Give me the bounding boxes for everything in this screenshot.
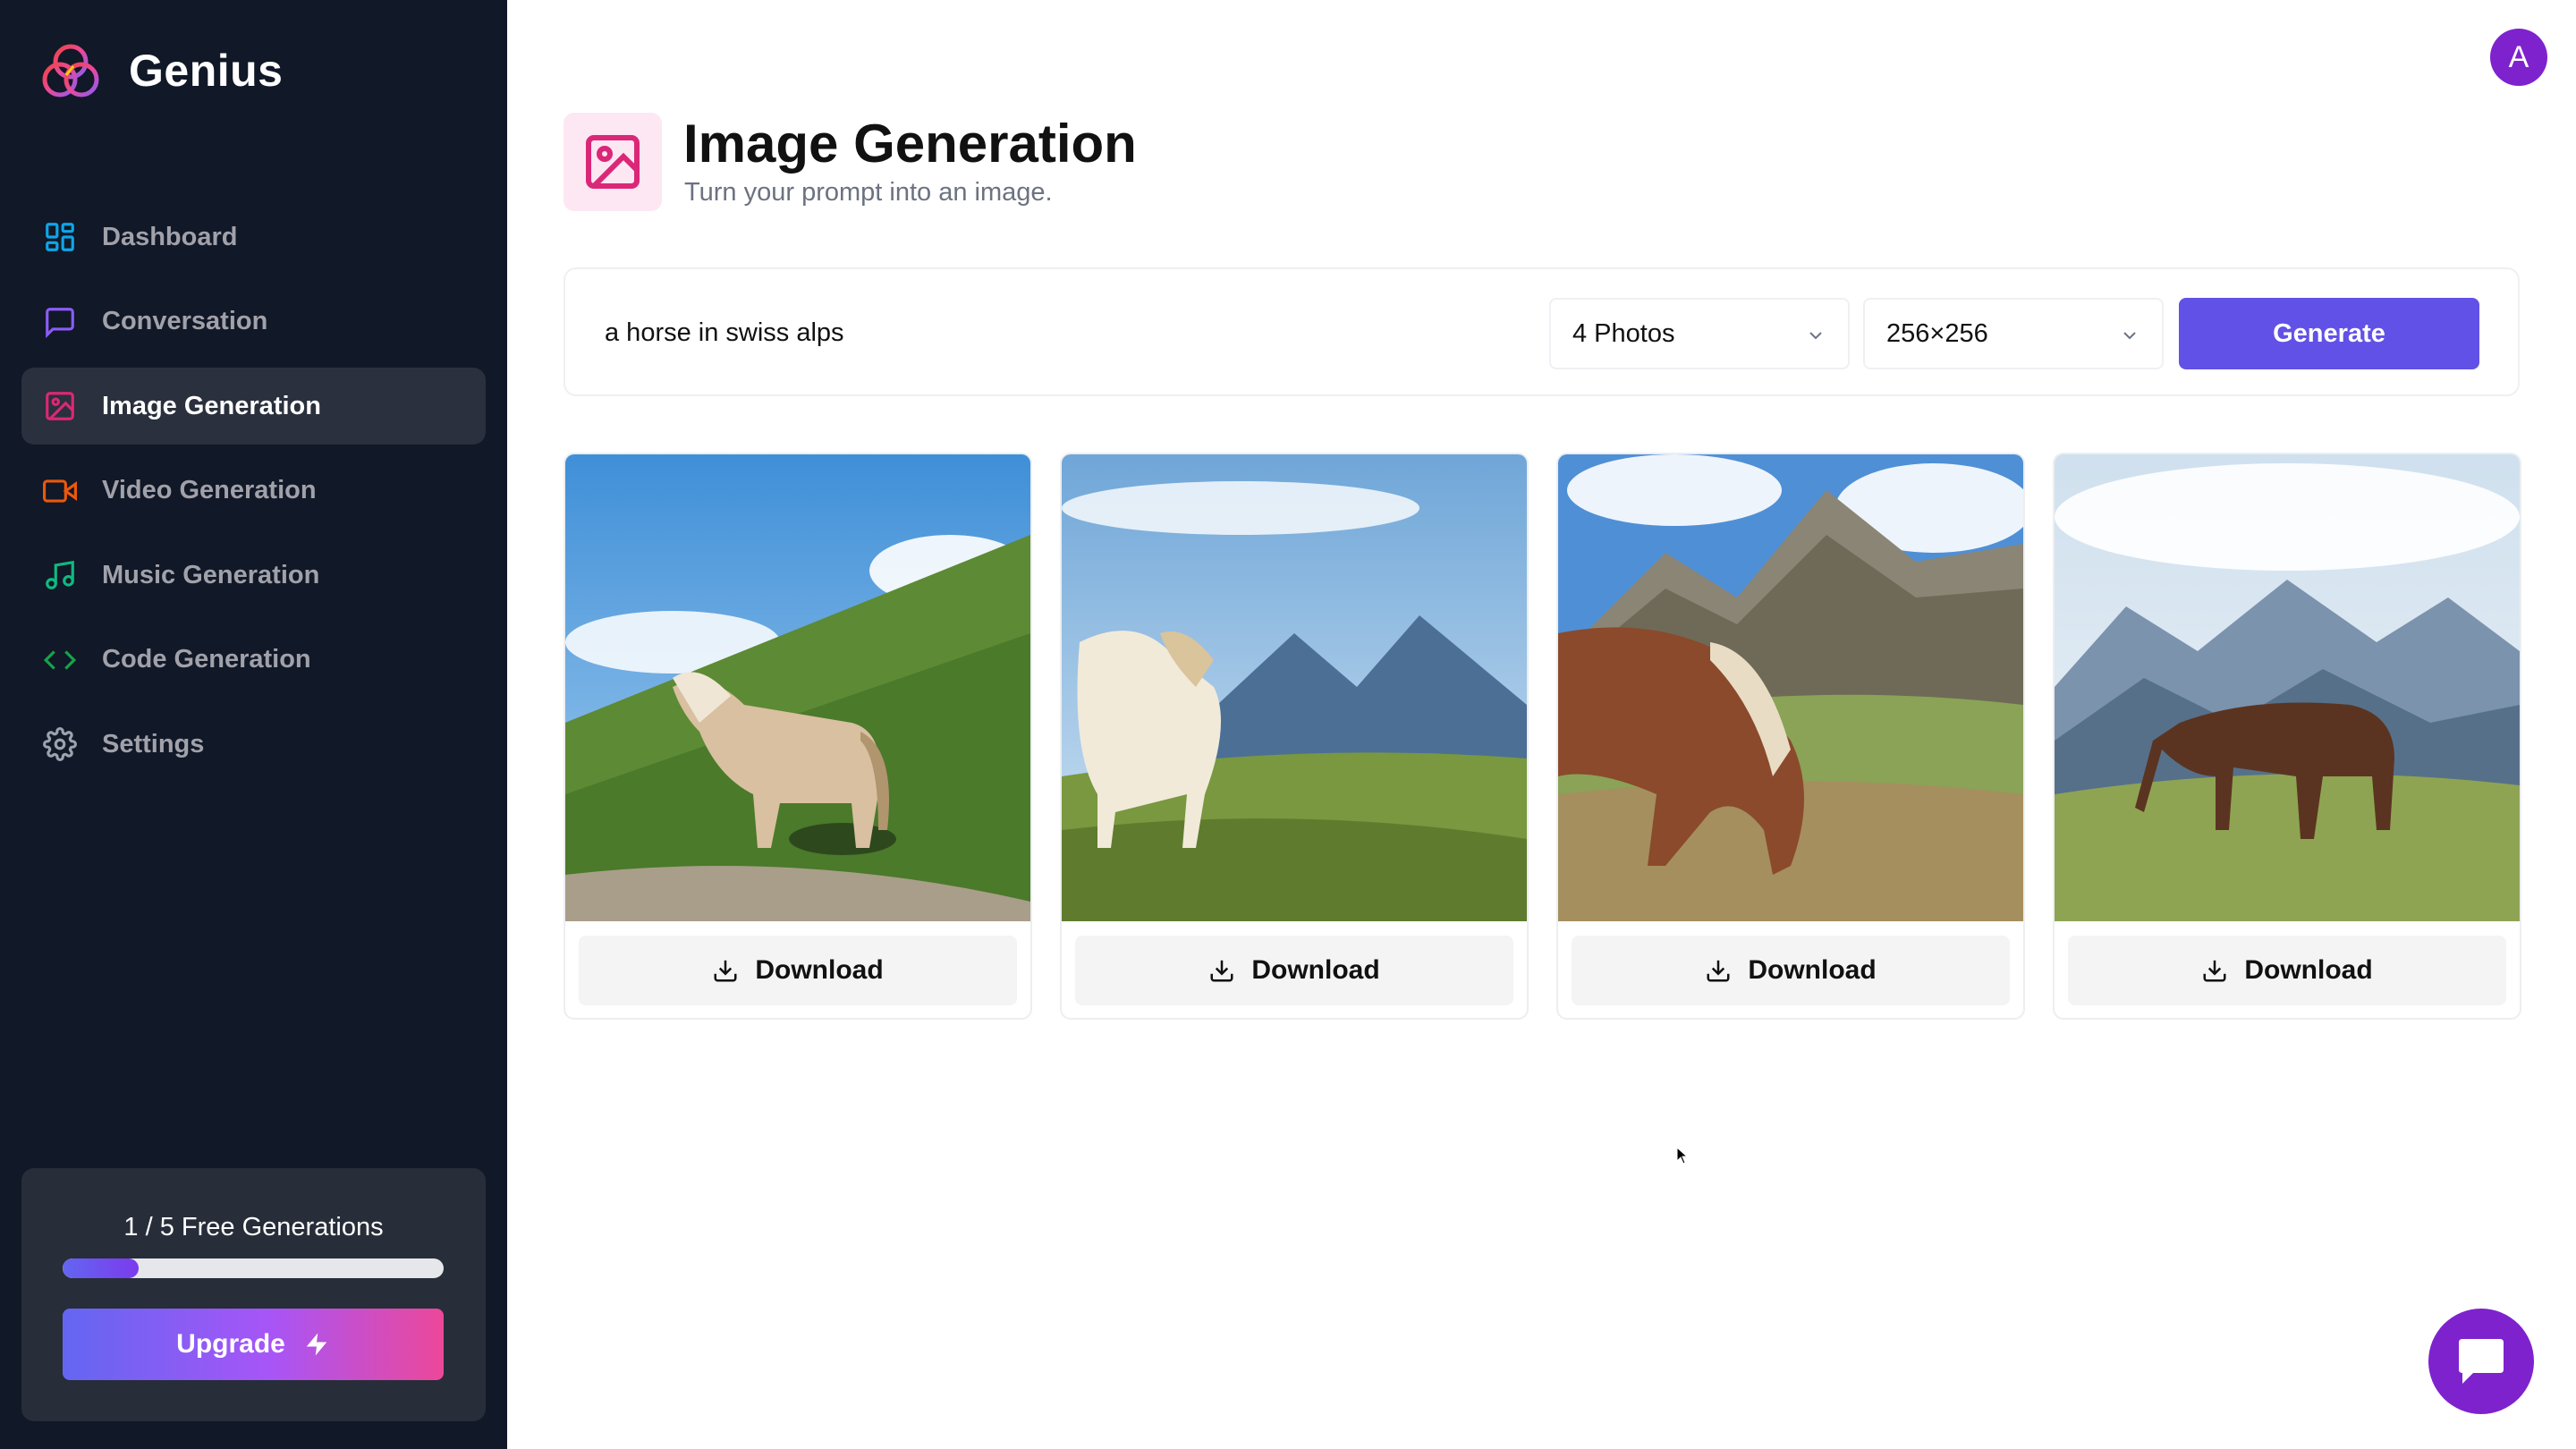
zap-icon bbox=[306, 1333, 327, 1356]
logo-icon bbox=[42, 44, 99, 97]
dashboard-icon bbox=[43, 220, 77, 254]
settings-icon bbox=[43, 727, 77, 761]
usage-progress-fill bbox=[63, 1258, 140, 1278]
sidebar-item-video-generation[interactable]: Video Generation bbox=[21, 453, 486, 530]
generated-image[interactable] bbox=[565, 454, 1030, 921]
sidebar-item-label: Dashboard bbox=[102, 222, 238, 251]
sidebar-item-label: Settings bbox=[102, 729, 205, 758]
chat-icon bbox=[2459, 1339, 2504, 1384]
message-square-icon bbox=[43, 305, 77, 339]
app-name: Genius bbox=[129, 46, 284, 96]
chevron-down-icon bbox=[2123, 332, 2136, 340]
image-card: Download bbox=[2053, 453, 2521, 1020]
image-card: Download bbox=[1060, 453, 1529, 1020]
free-usage-card: 1 / 5 Free Generations Upgrade bbox=[21, 1168, 486, 1421]
sidebar-item-label: Image Generation bbox=[102, 391, 321, 420]
sidebar-item-dashboard[interactable]: Dashboard bbox=[21, 199, 486, 275]
sidebar-item-label: Music Generation bbox=[102, 560, 320, 589]
sidebar: Genius Dashboard Conversation Image Gene… bbox=[0, 0, 507, 1449]
download-button[interactable]: Download bbox=[1075, 936, 1513, 1005]
page-subtitle: Turn your prompt into an image. bbox=[684, 178, 1053, 207]
upgrade-button-label: Upgrade bbox=[176, 1329, 285, 1359]
download-icon bbox=[1707, 960, 1730, 982]
resolution-select[interactable]: 256×256 bbox=[1863, 298, 2164, 369]
mouse-cursor-icon bbox=[1676, 1147, 1689, 1165]
sidebar-item-music-generation[interactable]: Music Generation bbox=[21, 537, 486, 614]
prompt-input[interactable] bbox=[605, 301, 1499, 364]
download-button-label: Download bbox=[2244, 955, 2373, 985]
download-icon bbox=[2203, 960, 2226, 982]
download-icon bbox=[714, 960, 737, 982]
generation-form: 4 Photos 256×256 Generate bbox=[564, 267, 2520, 396]
download-button-label: Download bbox=[755, 955, 884, 985]
music-icon bbox=[43, 558, 77, 592]
download-button-label: Download bbox=[1748, 955, 1877, 985]
avatar-letter: A bbox=[2508, 39, 2529, 74]
usage-counter: 1 / 5 Free Generations bbox=[123, 1213, 384, 1241]
image-card: Download bbox=[1556, 453, 2025, 1020]
generate-button[interactable]: Generate bbox=[2179, 298, 2479, 369]
sidebar-item-settings[interactable]: Settings bbox=[21, 706, 486, 783]
user-avatar[interactable]: A bbox=[2490, 29, 2547, 86]
download-button[interactable]: Download bbox=[2068, 936, 2506, 1005]
logo[interactable]: Genius bbox=[39, 39, 283, 102]
download-button[interactable]: Download bbox=[579, 936, 1017, 1005]
amount-select-value: 4 Photos bbox=[1572, 318, 1675, 348]
app-root: Genius Dashboard Conversation Image Gene… bbox=[0, 0, 2576, 1449]
resolution-select-value: 256×256 bbox=[1886, 318, 1988, 348]
generated-image[interactable] bbox=[1062, 454, 1527, 921]
code-icon bbox=[43, 643, 77, 677]
upgrade-button[interactable]: Upgrade bbox=[63, 1309, 444, 1380]
download-button[interactable]: Download bbox=[1572, 936, 2010, 1005]
sidebar-nav: Dashboard Conversation Image Generation … bbox=[21, 199, 486, 791]
sidebar-item-label: Conversation bbox=[102, 307, 268, 335]
chat-support-button[interactable] bbox=[2428, 1309, 2534, 1414]
sidebar-item-conversation[interactable]: Conversation bbox=[21, 284, 486, 360]
generated-image[interactable] bbox=[2055, 454, 2520, 921]
header-image-icon bbox=[564, 113, 662, 211]
download-icon bbox=[1210, 960, 1233, 982]
amount-select[interactable]: 4 Photos bbox=[1549, 298, 1850, 369]
image-card: Download bbox=[564, 453, 1032, 1020]
usage-progress-bar bbox=[63, 1258, 444, 1278]
sidebar-item-label: Video Generation bbox=[102, 476, 317, 504]
generated-image[interactable] bbox=[1558, 454, 2023, 921]
chevron-down-icon bbox=[1809, 332, 1822, 340]
sidebar-item-code-generation[interactable]: Code Generation bbox=[21, 622, 486, 699]
image-icon bbox=[43, 389, 77, 423]
page-title: Image Generation bbox=[683, 114, 1137, 174]
download-button-label: Download bbox=[1251, 955, 1380, 985]
sidebar-item-image-generation[interactable]: Image Generation bbox=[21, 368, 486, 445]
sidebar-item-label: Code Generation bbox=[102, 645, 311, 674]
generate-button-label: Generate bbox=[2273, 318, 2385, 348]
video-icon bbox=[43, 474, 77, 508]
